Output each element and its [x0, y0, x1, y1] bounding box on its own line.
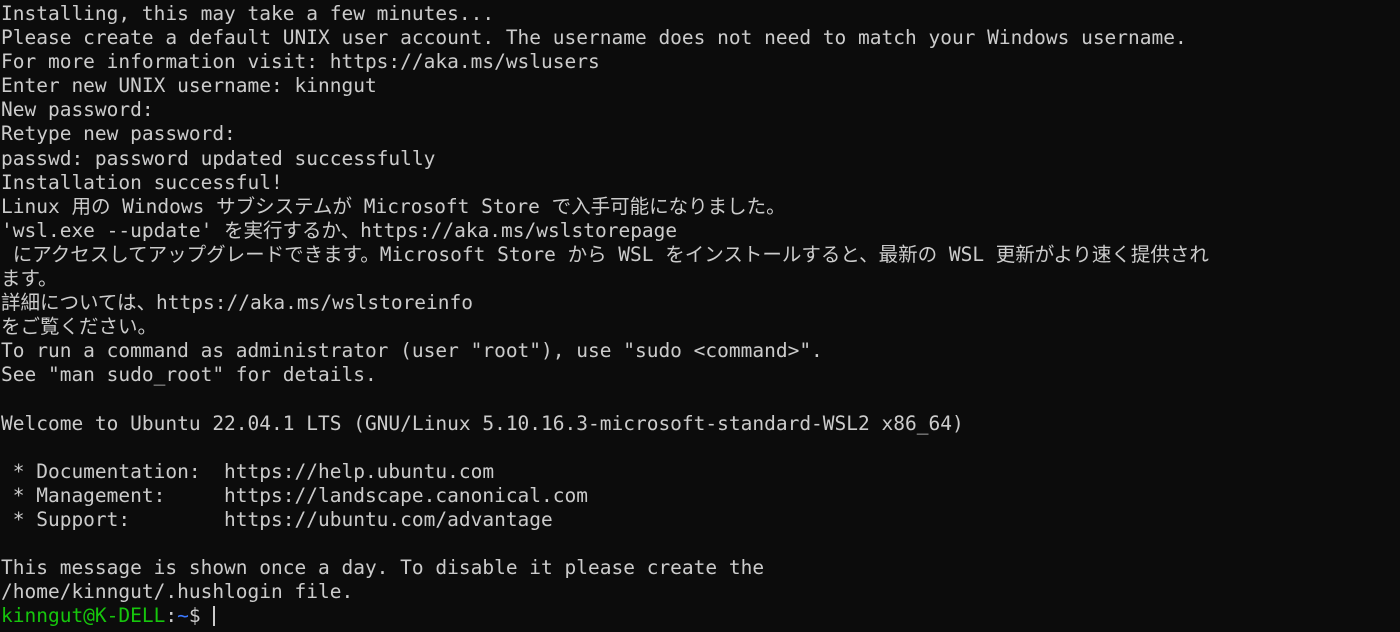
- output-line: Installation successful!: [1, 170, 283, 194]
- output-line: 'wsl.exe --update' を実行するか、https://aka.ms…: [1, 218, 678, 242]
- output-line: Linux 用の Windows サブシステムが Microsoft Store…: [1, 194, 786, 218]
- terminal-window[interactable]: Installing, this may take a few minutes.…: [0, 0, 1400, 632]
- prompt-separator: :: [165, 604, 178, 628]
- output-line: をご覧ください。: [1, 315, 158, 339]
- prompt-user-host: kinngut@K-DELL: [1, 604, 166, 628]
- text-cursor[interactable]: [213, 606, 216, 627]
- prompt-symbol: $: [188, 604, 213, 628]
- output-line: * Management: https://landscape.canonica…: [1, 483, 588, 507]
- output-line: 詳細については、https://aka.ms/wslstoreinfo: [1, 291, 474, 315]
- output-line: Retype new password:: [1, 122, 236, 146]
- output-line: にアクセスしてアップグレードできます。Microsoft Store から WS…: [1, 242, 1209, 266]
- prompt-path: ~: [177, 604, 189, 628]
- output-line: ます。: [1, 267, 58, 291]
- output-line: /home/kinngut/.hushlogin file.: [1, 580, 354, 604]
- output-line: Welcome to Ubuntu 22.04.1 LTS (GNU/Linux…: [1, 411, 964, 435]
- output-line: Please create a default UNIX user accoun…: [1, 26, 1187, 50]
- output-line: See "man sudo_root" for details.: [1, 363, 377, 387]
- output-line: This message is shown once a day. To dis…: [1, 556, 765, 580]
- output-line: Enter new UNIX username: kinngut: [1, 74, 377, 98]
- output-line: * Support: https://ubuntu.com/advantage: [1, 507, 553, 531]
- command-prompt[interactable]: kinngut@K-DELL:~$: [1, 604, 1400, 628]
- output-line: * Documentation: https://help.ubuntu.com: [1, 459, 495, 483]
- output-line: passwd: password updated successfully: [1, 146, 436, 170]
- output-line: Installing, this may take a few minutes.…: [1, 2, 495, 25]
- terminal-output: Installing, this may take a few minutes.…: [1, 2, 1400, 604]
- output-line: New password:: [1, 98, 154, 122]
- output-line: For more information visit: https://aka.…: [1, 50, 600, 74]
- output-line: To run a command as administrator (user …: [1, 339, 823, 363]
